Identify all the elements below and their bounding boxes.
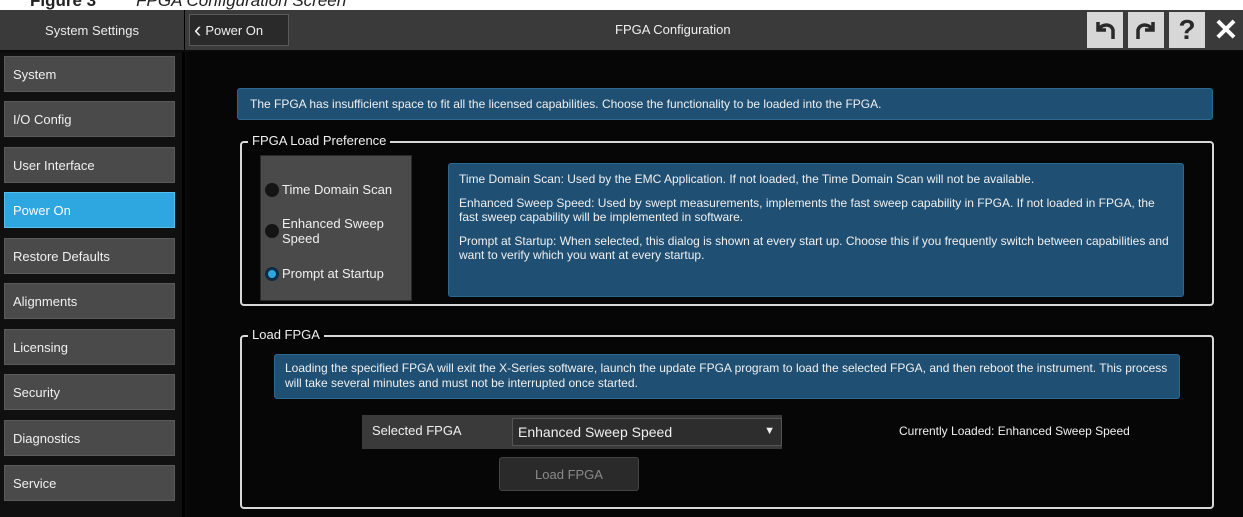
notice-banner: The FPGA has insufficient space to fit a… <box>237 88 1213 120</box>
radio-unselected-icon <box>265 183 279 197</box>
sidebar: System I/O Config User Interface Power O… <box>0 52 185 517</box>
sidebar-item-alignments[interactable]: Alignments <box>4 283 175 319</box>
app-window: System Settings ‹ Power On FPGA Configur… <box>0 10 1243 517</box>
selected-fpga-value: Enhanced Sweep Speed <box>518 424 673 440</box>
title-bar: ‹ Power On FPGA Configuration ? ✕ <box>185 10 1243 50</box>
sidebar-title: System Settings <box>0 10 185 50</box>
sidebar-item-io-config[interactable]: I/O Config <box>4 101 175 137</box>
description-enhanced-sweep-speed: Enhanced Sweep Speed: Used by swept meas… <box>459 196 1155 224</box>
sidebar-item-security[interactable]: Security <box>4 374 175 410</box>
help-icon[interactable]: ? <box>1169 12 1205 48</box>
undo-icon[interactable] <box>1087 12 1123 48</box>
back-button-label: Power On <box>205 22 264 38</box>
main-content: The FPGA has insufficient space to fit a… <box>187 52 1243 517</box>
load-preference-group: FPGA Load Preference Time Domain Scan En… <box>240 133 1214 306</box>
page-title: FPGA Configuration <box>615 22 731 37</box>
sidebar-item-restore-defaults[interactable]: Restore Defaults <box>4 238 175 274</box>
radio-label: Prompt at Startup <box>282 266 384 281</box>
sidebar-item-system[interactable]: System <box>4 56 175 92</box>
figure-title: FPGA Configuration Screen <box>136 0 347 10</box>
load-fpga-button[interactable]: Load FPGA <box>499 457 639 491</box>
back-button[interactable]: ‹ Power On <box>189 14 289 46</box>
radio-selected-icon <box>265 267 279 281</box>
figure-caption: Figure 3 FPGA Configuration Screen <box>0 0 1243 10</box>
sidebar-divider <box>182 52 185 517</box>
radio-label: Enhanced Sweep Speed <box>282 216 384 246</box>
sidebar-item-diagnostics[interactable]: Diagnostics <box>4 420 175 456</box>
load-preference-radio-group: Time Domain Scan Enhanced Sweep Speed Pr… <box>260 155 412 301</box>
radio-prompt-at-startup[interactable]: Prompt at Startup <box>265 266 412 281</box>
description-time-domain-scan: Time Domain Scan: Used by the EMC Applic… <box>459 172 1035 186</box>
selected-fpga-label: Selected FPGA <box>372 423 462 438</box>
radio-label: Time Domain Scan <box>282 182 393 197</box>
sidebar-item-service[interactable]: Service <box>4 465 175 501</box>
selected-fpga-dropdown[interactable]: Enhanced Sweep Speed ▼ <box>512 418 782 446</box>
redo-icon[interactable] <box>1128 12 1164 48</box>
dropdown-arrow-icon: ▼ <box>764 425 775 437</box>
sidebar-item-power-on[interactable]: Power On <box>4 192 175 228</box>
load-fpga-info: Loading the specified FPGA will exit the… <box>274 354 1180 399</box>
load-fpga-label: Load FPGA <box>248 327 324 342</box>
load-preference-description: Time Domain Scan: Used by the EMC Applic… <box>448 163 1184 297</box>
chevron-left-icon: ‹ <box>194 17 202 42</box>
radio-unselected-icon <box>265 224 279 238</box>
radio-enhanced-sweep-speed[interactable]: Enhanced Sweep Speed <box>265 216 400 246</box>
load-preference-label: FPGA Load Preference <box>248 133 391 148</box>
currently-loaded-status: Currently Loaded: Enhanced Sweep Speed <box>899 424 1130 438</box>
close-icon[interactable]: ✕ <box>1211 12 1241 48</box>
radio-time-domain-scan[interactable]: Time Domain Scan <box>265 182 412 197</box>
figure-number: Figure 3 <box>30 0 97 10</box>
description-prompt-at-startup: Prompt at Startup: When selected, this d… <box>459 234 1169 262</box>
sidebar-item-user-interface[interactable]: User Interface <box>4 147 175 183</box>
sidebar-item-licensing[interactable]: Licensing <box>4 329 175 365</box>
load-fpga-group: Load FPGA Loading the specified FPGA wil… <box>240 327 1214 509</box>
